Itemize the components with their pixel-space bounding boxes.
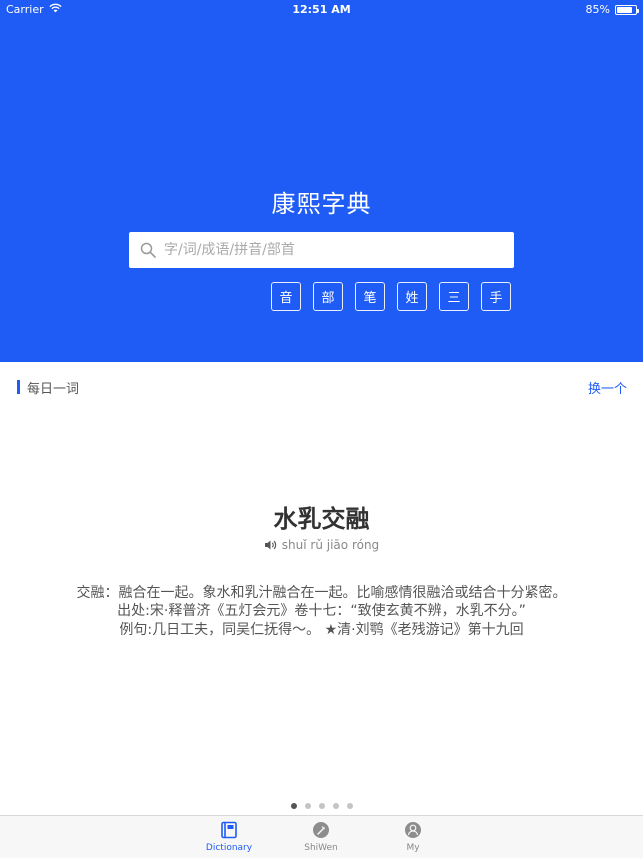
mode-button-surname[interactable]: 姓 bbox=[397, 282, 427, 311]
app-title: 康熙字典 bbox=[271, 190, 372, 218]
tab-my[interactable]: My bbox=[383, 821, 443, 853]
change-word-button[interactable]: 换一个 bbox=[588, 378, 627, 397]
battery-percent: 85% bbox=[585, 3, 610, 16]
mode-button-stroke[interactable]: 笔 bbox=[355, 282, 385, 311]
speaker-icon[interactable] bbox=[264, 539, 278, 551]
daily-word-header: 每日一词 换一个 bbox=[17, 378, 627, 397]
tab-shiwen[interactable]: ShiWen bbox=[291, 821, 351, 853]
battery-level bbox=[617, 6, 633, 13]
source-line: 出处:宋·释普济《五灯会元》卷十七：“致使玄黄不辨，水乳不分。” bbox=[117, 603, 526, 619]
tab-bar: Dictionary ShiWen My bbox=[0, 815, 643, 858]
search-input[interactable] bbox=[164, 233, 514, 267]
user-icon bbox=[404, 821, 422, 839]
tab-label: ShiWen bbox=[304, 843, 338, 853]
mode-button-sanzijing[interactable]: 三 bbox=[439, 282, 469, 311]
example-line: 例句:几日工夫，同吴仁抚得～。 ★清·刘鹗《老残游记》第十九回 bbox=[119, 622, 524, 638]
page-dot[interactable] bbox=[304, 803, 311, 809]
battery-icon bbox=[615, 4, 639, 15]
tab-label: My bbox=[406, 843, 420, 853]
daily-word: 水乳交融 bbox=[273, 505, 370, 533]
page-dot[interactable] bbox=[346, 803, 353, 809]
page-dot[interactable] bbox=[290, 803, 297, 809]
tab-label: Dictionary bbox=[205, 843, 253, 853]
definition-line: 交融：融合在一起。象水和乳汁融合在一起。比喻感情很融洽或结合十分紧密。 bbox=[76, 585, 567, 601]
status-time: 12:51 AM bbox=[292, 3, 351, 16]
lookup-mode-buttons: 音 部 笔 姓 三 手 bbox=[271, 282, 523, 311]
quill-icon bbox=[312, 821, 330, 839]
search-icon bbox=[139, 241, 157, 259]
page-indicator[interactable] bbox=[0, 803, 643, 809]
section-accent-bar bbox=[17, 380, 20, 394]
page-dot[interactable] bbox=[318, 803, 325, 809]
page-dot[interactable] bbox=[332, 803, 339, 809]
mode-button-radical[interactable]: 部 bbox=[313, 282, 343, 311]
pinyin-row: shuǐ rǔ jiāo róng bbox=[0, 538, 643, 552]
status-bar: Carrier 12:51 AM 85% bbox=[0, 0, 643, 18]
pinyin-text: shuǐ rǔ jiāo róng bbox=[281, 538, 380, 552]
book-icon bbox=[220, 821, 238, 839]
search-box[interactable] bbox=[129, 232, 514, 268]
mode-button-handwriting[interactable]: 手 bbox=[481, 282, 511, 311]
tab-dictionary[interactable]: Dictionary bbox=[199, 821, 259, 853]
section-title: 每日一词 bbox=[27, 382, 80, 397]
mode-button-pinyin[interactable]: 音 bbox=[271, 282, 301, 311]
